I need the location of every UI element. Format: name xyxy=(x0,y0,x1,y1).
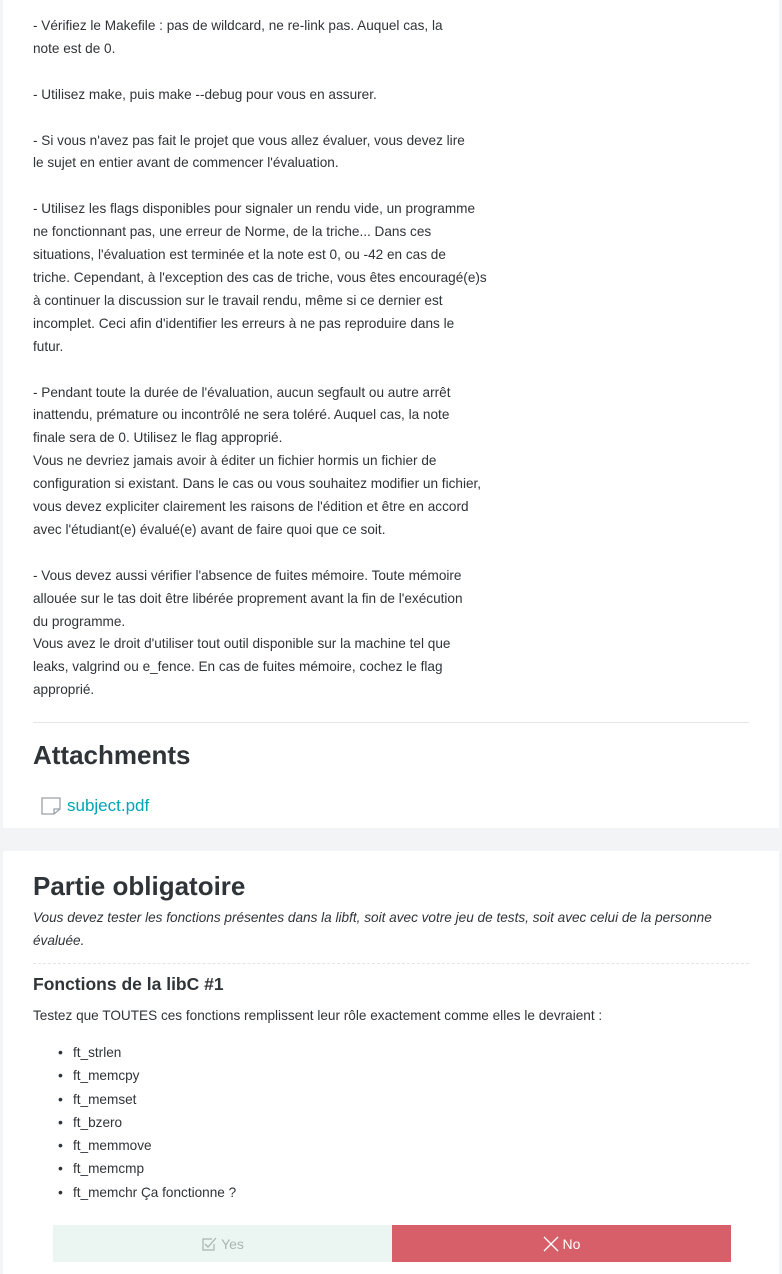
no-label: No xyxy=(562,1235,581,1252)
yes-button[interactable]: Yes xyxy=(53,1225,392,1262)
divider xyxy=(33,722,749,723)
file-icon xyxy=(41,797,61,815)
function-list: ft_strlen ft_memcpy ft_memset ft_bzero f… xyxy=(58,1041,236,1204)
attachment-item[interactable]: subject.pdf xyxy=(41,793,149,819)
divider xyxy=(33,963,749,964)
check-icon xyxy=(201,1236,217,1252)
attachments-title: Attachments xyxy=(33,740,191,770)
section-intro: Vous devez tester les fonctions présente… xyxy=(33,910,712,948)
section-title: Partie obligatoire xyxy=(33,871,246,901)
list-item: ft_memset xyxy=(58,1088,236,1111)
answer-buttons: Yes No xyxy=(53,1225,731,1262)
list-item: ft_strlen xyxy=(58,1041,236,1064)
question-description: Testez que TOUTES ces fonctions rempliss… xyxy=(33,1008,603,1023)
guidelines-card: - Vérifiez le Makefile : pas de wildcard… xyxy=(3,0,779,828)
list-item: ft_bzero xyxy=(58,1111,236,1134)
list-item: ft_memcpy xyxy=(58,1064,236,1087)
question-title: Fonctions de la libC #1 xyxy=(33,974,224,994)
guidelines-text: - Vérifiez le Makefile : pas de wildcard… xyxy=(33,18,487,698)
mandatory-card: Partie obligatoire Vous devez tester les… xyxy=(3,851,779,1274)
close-icon xyxy=(543,1236,559,1252)
list-item: ft_memchr Ça fonctionne ? xyxy=(58,1181,236,1204)
list-item: ft_memmove xyxy=(58,1134,236,1157)
no-button[interactable]: No xyxy=(392,1225,731,1262)
yes-label: Yes xyxy=(221,1235,244,1252)
attachment-link-subject[interactable]: subject.pdf xyxy=(67,796,149,816)
list-item: ft_memcmp xyxy=(58,1157,236,1180)
